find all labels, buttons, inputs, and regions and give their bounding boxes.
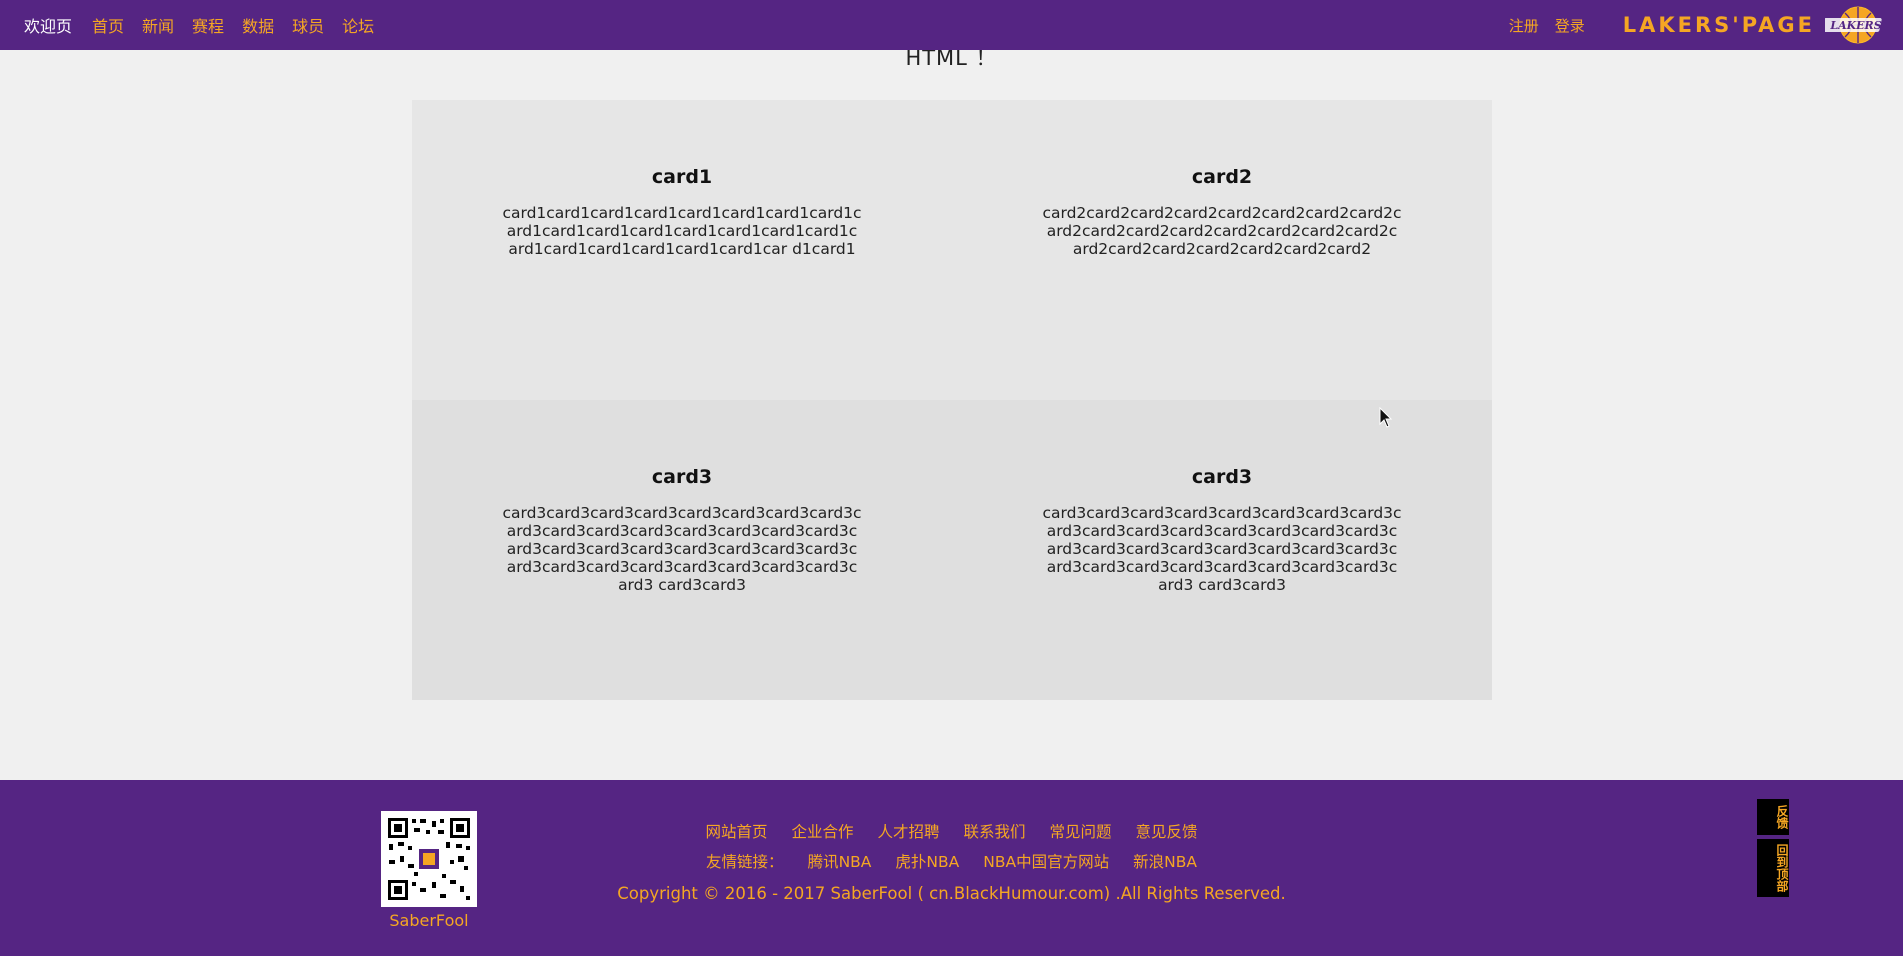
footer-link-jobs[interactable]: 人才招聘 — [877, 820, 939, 842]
nav-schedule[interactable]: 赛程 — [192, 13, 224, 37]
card-text: card3card3card3card3card3card3card3card3… — [502, 504, 862, 594]
footer-main-links: 网站首页 企业合作 人才招聘 联系我们 常见问题 意见反馈 — [0, 820, 1903, 842]
footer-links: 网站首页 企业合作 人才招聘 联系我们 常见问题 意见反馈 友情链接： 腾讯NB… — [0, 820, 1903, 903]
side-tools: 反馈 回到顶部 — [1757, 799, 1789, 901]
nav-welcome[interactable]: 欢迎页 — [24, 13, 72, 37]
brand-title: LAKERS'PAGE — [1622, 13, 1815, 37]
register-link[interactable]: 注册 — [1509, 15, 1539, 36]
card-text: card1card1card1card1card1card1card1card1… — [502, 204, 862, 258]
footer-link-contact[interactable]: 联系我们 — [964, 820, 1026, 842]
footer-link-faq[interactable]: 常见问题 — [1050, 820, 1112, 842]
card-2: card2 card2card2card2card2card2card2card… — [952, 100, 1492, 400]
mouse-cursor-icon — [1379, 407, 1393, 428]
card-title: card1 — [651, 166, 713, 188]
friend-link-nba-china[interactable]: NBA中国官方网站 — [983, 850, 1109, 872]
card-text: card3card3card3card3card3card3card3card3… — [1042, 504, 1402, 594]
card-text: card2card2card2card2card2card2card2card2… — [1042, 204, 1402, 258]
nav-forum[interactable]: 论坛 — [342, 13, 374, 37]
back-to-top-button[interactable]: 回到顶部 — [1757, 839, 1789, 897]
login-link[interactable]: 登录 — [1555, 15, 1585, 36]
top-navbar: 欢迎页 首页 新闻 赛程 数据 球员 论坛 注册 登录 LAKERS'PAGE … — [0, 0, 1903, 50]
card-1: card1 card1card1card1card1card1card1card… — [412, 100, 952, 400]
feedback-button[interactable]: 反馈 — [1757, 799, 1789, 835]
svg-text:LAKERS: LAKERS — [1829, 19, 1881, 32]
nav-right: 注册 登录 LAKERS'PAGE LAKERS — [1509, 0, 1903, 50]
friend-link-hupu[interactable]: 虎扑NBA — [895, 850, 959, 872]
nav-home[interactable]: 首页 — [92, 13, 124, 37]
nav-stats[interactable]: 数据 — [242, 13, 274, 37]
site-footer: SaberFool 网站首页 企业合作 人才招聘 联系我们 常见问题 意见反馈 … — [0, 780, 1903, 956]
card-3: card3 card3card3card3card3card3card3card… — [412, 400, 952, 700]
card-title: card3 — [651, 466, 713, 488]
card-title: card2 — [1191, 166, 1253, 188]
card-4: card3 card3card3card3card3card3card3card… — [952, 400, 1492, 700]
friend-link-tencent[interactable]: 腾讯NBA — [808, 850, 872, 872]
footer-friend-links: 友情链接： 腾讯NBA 虎扑NBA NBA中国官方网站 新浪NBA — [0, 850, 1903, 872]
friend-links-label: 友情链接： — [706, 853, 784, 871]
footer-link-home[interactable]: 网站首页 — [705, 820, 767, 842]
footer-link-cooperation[interactable]: 企业合作 — [791, 820, 853, 842]
copyright: Copyright © 2016 - 2017 SaberFool ( cn.B… — [617, 884, 1286, 903]
lakers-logo-icon: LAKERS — [1821, 4, 1887, 46]
card-grid: card1 card1card1card1card1card1card1card… — [412, 100, 1492, 700]
qr-name: SaberFool — [389, 911, 469, 930]
nav-players[interactable]: 球员 — [292, 13, 324, 37]
nav-news[interactable]: 新闻 — [142, 13, 174, 37]
footer-link-feedback[interactable]: 意见反馈 — [1136, 820, 1198, 842]
card-title: card3 — [1191, 466, 1253, 488]
friend-link-sina[interactable]: 新浪NBA — [1133, 850, 1197, 872]
nav-links: 欢迎页 首页 新闻 赛程 数据 球员 论坛 — [24, 13, 392, 37]
